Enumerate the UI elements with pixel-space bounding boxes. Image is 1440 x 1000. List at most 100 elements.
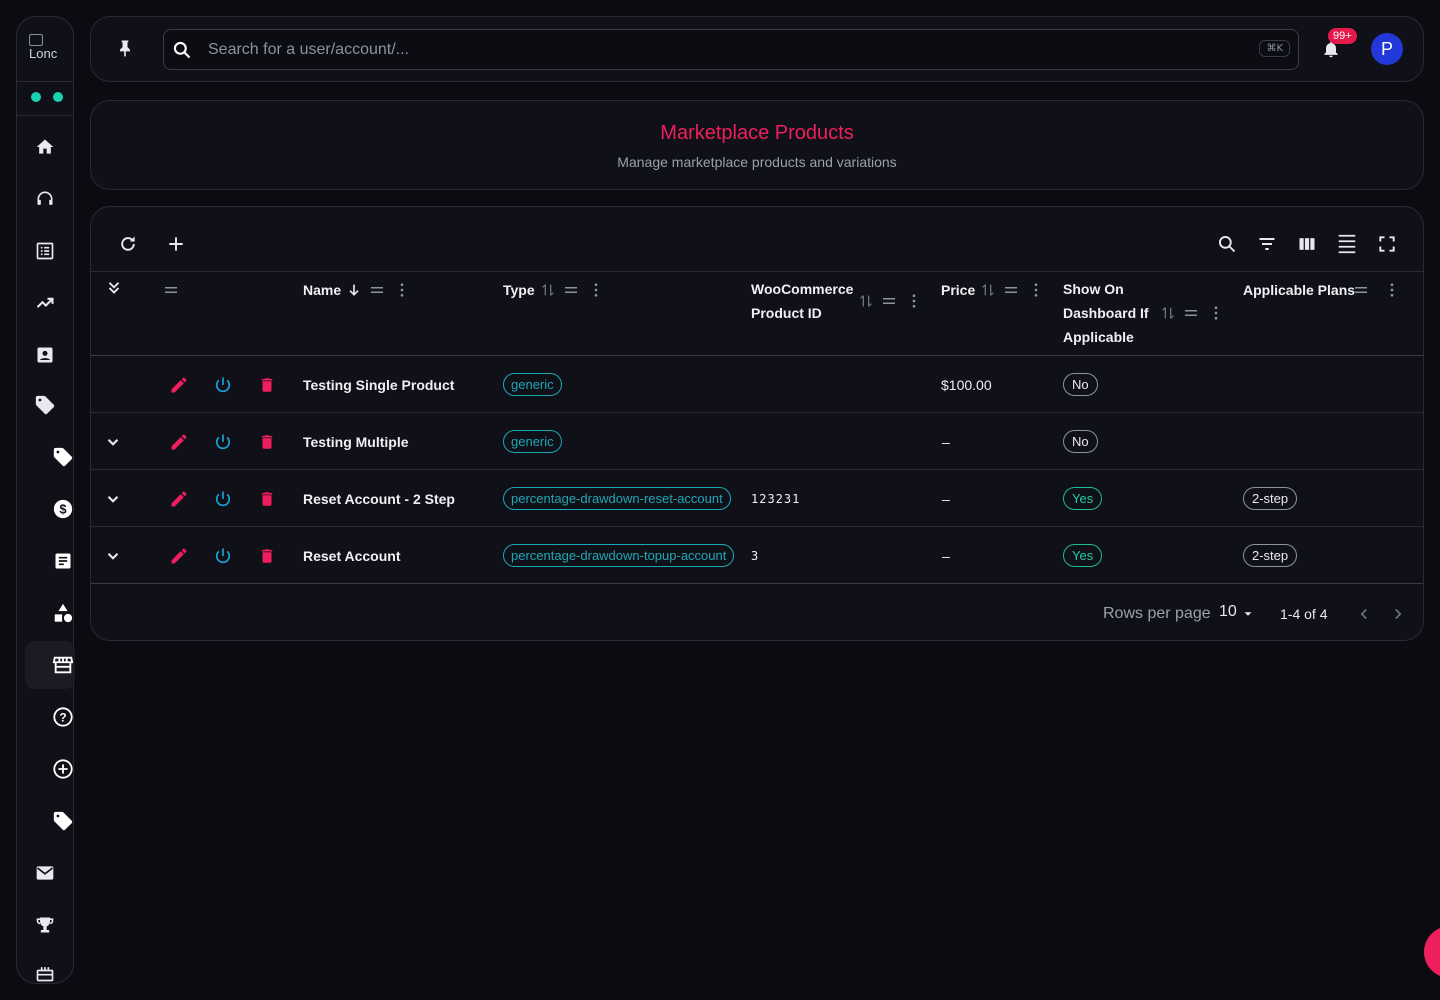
delete-icon[interactable] <box>255 487 279 511</box>
search-icon <box>172 40 192 65</box>
logo[interactable]: Lonc <box>29 33 63 67</box>
type-chip: percentage-drawdown-topup-account <box>503 544 735 567</box>
divider <box>91 355 1423 356</box>
column-drag-icon[interactable] <box>562 281 580 304</box>
column-drag-icon[interactable] <box>368 281 386 304</box>
column-header-woocommerce-line2: Product ID <box>751 305 822 321</box>
product-name: Testing Single Product <box>303 377 455 393</box>
chevron-down-icon[interactable] <box>101 544 125 568</box>
filter-icon[interactable] <box>1256 233 1278 255</box>
delete-icon[interactable] <box>255 373 279 397</box>
drag-handle-icon[interactable] <box>162 281 180 304</box>
chevron-down-icon[interactable] <box>101 487 125 511</box>
delete-icon[interactable] <box>255 430 279 454</box>
type-chip: generic <box>503 373 562 396</box>
edit-icon[interactable] <box>167 487 191 511</box>
column-header-show-on-dashboard[interactable]: Show On Dashboard If Applicable <box>1063 277 1149 349</box>
product-name: Reset Account <box>303 548 401 564</box>
svg-text:$: $ <box>59 502 66 517</box>
page-title: Marketplace Products <box>660 122 854 144</box>
column-menu-icon[interactable] <box>587 281 605 304</box>
chevron-left-icon[interactable] <box>1355 605 1373 628</box>
category-icon[interactable] <box>51 601 75 625</box>
column-header-type[interactable]: Type <box>503 278 535 302</box>
edit-icon[interactable] <box>167 544 191 568</box>
power-icon[interactable] <box>211 430 235 454</box>
sort-desc-icon[interactable] <box>346 281 362 304</box>
chevron-down-icon[interactable] <box>101 430 125 454</box>
contact-icon[interactable] <box>33 343 57 367</box>
search-box[interactable]: ⌘K <box>163 29 1299 70</box>
products-table-card: Name Type WooCommerce Product ID Price S… <box>90 206 1424 641</box>
tag-icon-2[interactable] <box>51 809 75 833</box>
mail-icon[interactable] <box>33 861 57 885</box>
tag-sub-icon[interactable] <box>51 445 75 469</box>
show-status-badge: Yes <box>1063 544 1103 567</box>
add-icon[interactable] <box>165 233 187 255</box>
density-icon[interactable] <box>1336 233 1358 255</box>
show-status-badge: Yes <box>1063 487 1103 510</box>
add-circle-icon[interactable] <box>51 757 75 781</box>
dollar-icon[interactable]: $ <box>51 497 75 521</box>
product-name: Reset Account - 2 Step <box>303 491 455 507</box>
column-drag-icon[interactable] <box>1002 281 1020 304</box>
article-icon[interactable] <box>51 549 75 573</box>
tag-icon[interactable] <box>33 393 57 417</box>
page-subtitle: Manage marketplace products and variatio… <box>617 154 897 170</box>
column-drag-icon[interactable] <box>1352 281 1370 304</box>
dropdown-arrow-icon[interactable] <box>1241 607 1255 626</box>
rows-per-page-select[interactable]: 10 <box>1219 603 1237 621</box>
column-menu-icon[interactable] <box>1027 281 1045 304</box>
refresh-icon[interactable] <box>117 233 139 255</box>
home-icon[interactable] <box>33 135 57 159</box>
table-search-icon[interactable] <box>1216 233 1238 255</box>
column-menu-icon[interactable] <box>1383 281 1401 304</box>
topbar: ⌘K 99+ P <box>90 16 1424 82</box>
type-chip: generic <box>503 430 562 453</box>
status-dots <box>31 92 63 102</box>
help-icon[interactable]: ? <box>51 705 75 729</box>
column-menu-icon[interactable] <box>905 292 923 315</box>
column-drag-icon[interactable] <box>880 292 898 315</box>
column-header-woocommerce-line1: WooCommerce <box>751 281 854 297</box>
broken-image-icon <box>29 34 43 46</box>
fullscreen-icon[interactable] <box>1376 233 1398 255</box>
column-header-woocommerce[interactable]: WooCommerce Product ID <box>751 277 853 325</box>
column-menu-icon[interactable] <box>393 281 411 304</box>
column-menu-icon[interactable] <box>1207 304 1225 327</box>
columns-icon[interactable] <box>1296 233 1318 255</box>
column-header-show-line3: Applicable <box>1063 329 1134 345</box>
avatar[interactable]: P <box>1371 33 1403 65</box>
search-input[interactable] <box>208 30 1208 69</box>
plan-chip: 2-step <box>1243 487 1298 510</box>
support-agent-icon[interactable] <box>33 187 57 211</box>
expand-all-icon[interactable] <box>105 279 123 302</box>
power-icon[interactable] <box>211 544 235 568</box>
show-status-badge: No <box>1063 373 1098 396</box>
page-header: Marketplace Products Manage marketplace … <box>90 100 1424 190</box>
delete-icon[interactable] <box>255 544 279 568</box>
chevron-right-icon[interactable] <box>1389 605 1407 628</box>
floating-action-button[interactable] <box>1424 926 1440 978</box>
show-status-badge: No <box>1063 430 1098 453</box>
column-drag-icon[interactable] <box>1182 304 1200 327</box>
trophy-icon[interactable] <box>33 913 57 937</box>
sort-icon[interactable] <box>980 281 996 304</box>
list-alt-icon[interactable] <box>33 239 57 263</box>
divider <box>91 583 1423 584</box>
storefront-icon[interactable] <box>51 653 75 677</box>
trending-up-icon[interactable] <box>33 291 57 315</box>
sidebar: Lonc $ ? <box>16 16 75 985</box>
pin-icon[interactable] <box>115 37 135 64</box>
edit-icon[interactable] <box>167 373 191 397</box>
sort-icon[interactable] <box>1160 304 1176 327</box>
edit-icon[interactable] <box>167 430 191 454</box>
power-icon[interactable] <box>211 373 235 397</box>
column-header-applicable-plans[interactable]: Applicable Plans <box>1243 278 1355 302</box>
power-icon[interactable] <box>211 487 235 511</box>
column-header-price[interactable]: Price <box>941 278 975 302</box>
column-header-name[interactable]: Name <box>303 278 341 302</box>
sort-icon[interactable] <box>858 292 874 315</box>
sort-icon[interactable] <box>540 281 556 304</box>
cake-icon[interactable] <box>33 961 57 985</box>
